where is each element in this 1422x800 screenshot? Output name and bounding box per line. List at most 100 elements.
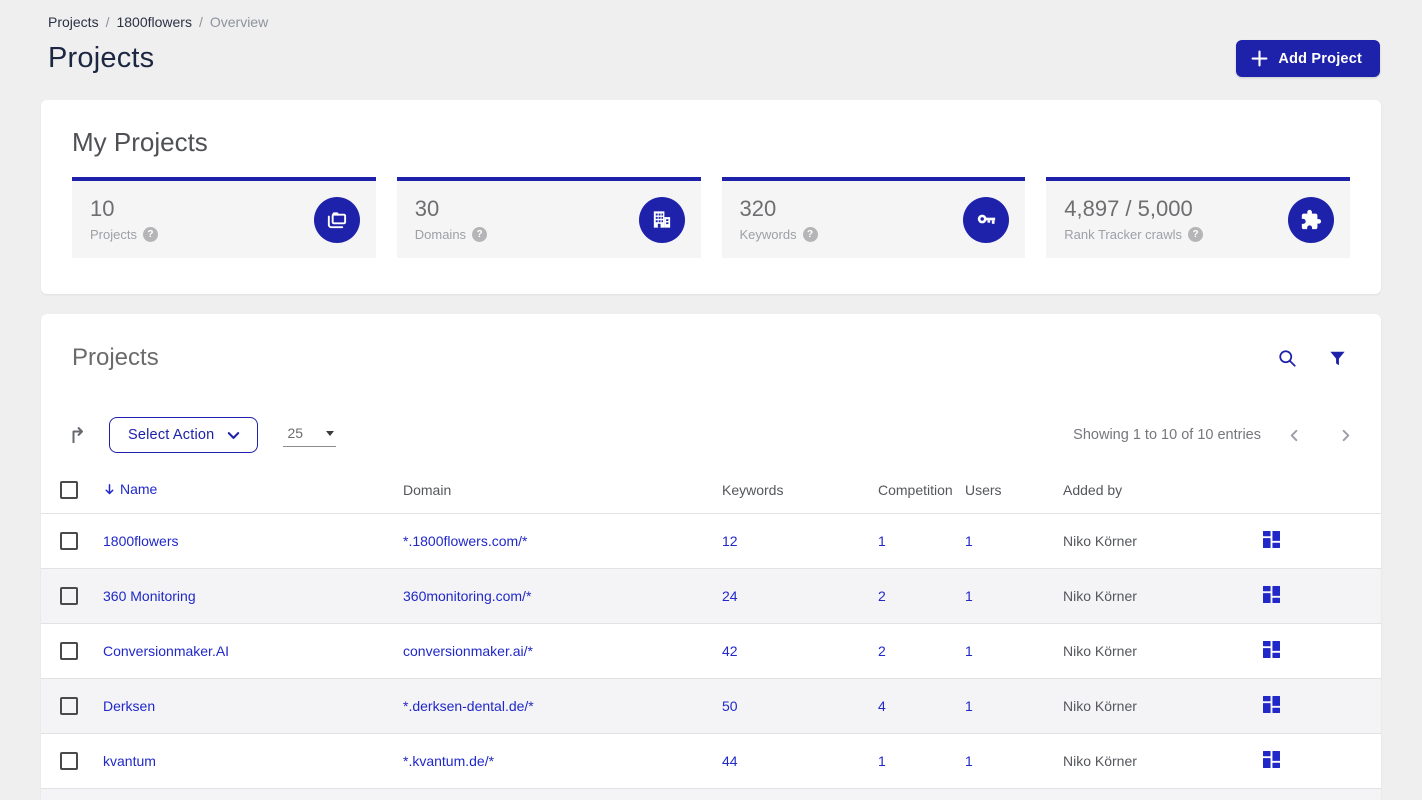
added-by-value: Niko Körner: [1063, 513, 1263, 569]
sort-desc-icon: [103, 483, 116, 496]
stat-card-domains: 30 Domains ?: [396, 177, 701, 258]
table-row: Conversionmaker.AI conversionmaker.ai/* …: [41, 623, 1381, 679]
projects-folder-icon: [313, 196, 360, 243]
puzzle-icon: [1288, 196, 1334, 243]
column-header-added-by[interactable]: Added by: [1063, 466, 1263, 514]
stat-card-projects: 10 Projects ?: [72, 177, 376, 258]
next-page-icon[interactable]: [1338, 428, 1353, 443]
breadcrumb-project-name[interactable]: 1800flowers: [116, 14, 192, 30]
breadcrumb-separator: /: [105, 14, 110, 30]
table-body: 1800flowers *.1800flowers.com/* 12 1 1 N…: [41, 513, 1381, 800]
users-value[interactable]: 1: [965, 678, 1063, 734]
stat-card-crawls: 4,897 / 5,000 Rank Tracker crawls ?: [1046, 177, 1350, 258]
project-name-link[interactable]: 1800flowers: [103, 513, 403, 569]
stats-grid: 10 Projects ? 30 Domains ? 320 Keywords …: [72, 177, 1350, 258]
column-header-keywords[interactable]: Keywords: [722, 466, 878, 514]
table-row: 1800flowers *.1800flowers.com/* 12 1 1 N…: [41, 513, 1381, 569]
users-value[interactable]: 1: [965, 568, 1063, 624]
breadcrumb-projects[interactable]: Projects: [48, 14, 99, 30]
row-checkbox[interactable]: [60, 752, 78, 771]
users-value[interactable]: 1: [965, 733, 1063, 789]
showing-entries-text: Showing 1 to 10 of 10 entries: [1073, 427, 1261, 443]
table-row: kvantum *.kvantum.de/* 44 1 1 Niko Körne…: [41, 733, 1381, 789]
keywords-value[interactable]: 24: [722, 568, 878, 624]
page-size-value: 25: [287, 425, 304, 441]
project-name-link[interactable]: 360 Monitoring: [103, 568, 403, 624]
added-by-value: Niko Körner: [1063, 733, 1263, 789]
breadcrumb-overview: Overview: [209, 14, 269, 30]
users-value[interactable]: 1: [965, 513, 1063, 569]
added-by-value: Niko Körner: [1063, 623, 1263, 679]
column-header-domain[interactable]: Domain: [403, 466, 722, 514]
projects-count-label: Projects: [90, 227, 137, 242]
building-icon: [638, 196, 685, 243]
dashboard-icon[interactable]: [1263, 751, 1280, 769]
competition-value[interactable]: 1: [878, 513, 965, 569]
page-title: Projects: [48, 42, 155, 74]
project-domain-link[interactable]: *.derksen-dental.de/*: [403, 678, 722, 734]
crawls-count-label: Rank Tracker crawls: [1064, 227, 1182, 242]
competition-value[interactable]: 2: [878, 623, 965, 679]
table-row-partial: [41, 788, 1381, 800]
dashboard-icon[interactable]: [1263, 531, 1280, 549]
keywords-value[interactable]: 50: [722, 678, 878, 734]
competition-value[interactable]: 2: [878, 568, 965, 624]
project-name-link[interactable]: Conversionmaker.AI: [103, 623, 403, 679]
row-checkbox[interactable]: [60, 532, 78, 551]
help-icon[interactable]: ?: [142, 227, 158, 242]
domains-count-label: Domains: [414, 227, 467, 242]
users-value[interactable]: 1: [965, 623, 1063, 679]
key-icon: [963, 196, 1010, 243]
project-name-link[interactable]: Derksen: [103, 678, 403, 734]
column-header-name[interactable]: Name: [103, 466, 403, 514]
my-projects-title: My Projects: [72, 127, 208, 157]
table-row: Derksen *.derksen-dental.de/* 50 4 1 Nik…: [41, 678, 1381, 734]
column-header-users[interactable]: Users: [965, 466, 1063, 514]
select-action-dropdown[interactable]: Select Action: [109, 417, 259, 453]
prev-page-icon[interactable]: [1287, 428, 1302, 443]
page-size-select[interactable]: 25: [283, 423, 337, 447]
row-checkbox[interactable]: [60, 587, 78, 606]
table-row: 360 Monitoring 360monitoring.com/* 24 2 …: [41, 568, 1381, 624]
my-projects-card: My Projects 10 Projects ? 30 Domains ? 3…: [41, 100, 1381, 294]
competition-value[interactable]: 4: [878, 678, 965, 734]
export-arrow-icon[interactable]: [67, 423, 91, 447]
select-all-checkbox[interactable]: [60, 481, 78, 500]
projects-table: Name Domain Keywords Competition Users A…: [41, 466, 1381, 800]
dashboard-icon[interactable]: [1263, 696, 1280, 714]
breadcrumb: Projects / 1800flowers / Overview: [48, 14, 1380, 30]
competition-value[interactable]: 1: [878, 733, 965, 789]
project-domain-link[interactable]: conversionmaker.ai/*: [403, 623, 722, 679]
chevron-down-icon: [226, 428, 241, 443]
help-icon[interactable]: ?: [802, 227, 818, 242]
project-domain-link[interactable]: 360monitoring.com/*: [403, 568, 722, 624]
add-project-button[interactable]: Add Project: [1236, 40, 1380, 77]
projects-table-card: Projects Select Action 25 Showing 1 to 1…: [41, 314, 1381, 800]
project-domain-link[interactable]: *.1800flowers.com/*: [403, 513, 722, 569]
keywords-count-label: Keywords: [739, 227, 797, 242]
select-action-label: Select Action: [128, 427, 215, 443]
row-checkbox[interactable]: [60, 697, 78, 716]
help-icon[interactable]: ?: [472, 227, 488, 242]
stat-card-keywords: 320 Keywords ?: [721, 177, 1026, 258]
keywords-value[interactable]: 42: [722, 623, 878, 679]
table-header-row: Name Domain Keywords Competition Users A…: [41, 466, 1381, 514]
row-checkbox[interactable]: [60, 642, 78, 661]
added-by-value: Niko Körner: [1063, 568, 1263, 624]
project-domain-link[interactable]: *.kvantum.de/*: [403, 733, 722, 789]
keywords-value[interactable]: 12: [722, 513, 878, 569]
page-header: Projects / 1800flowers / Overview Projec…: [0, 0, 1422, 77]
help-icon[interactable]: ?: [1188, 227, 1203, 242]
added-by-value: Niko Körner: [1063, 678, 1263, 734]
search-icon[interactable]: [1277, 348, 1298, 369]
plus-icon: [1251, 50, 1268, 67]
projects-panel-title: Projects: [72, 344, 159, 371]
add-project-label: Add Project: [1278, 50, 1362, 67]
filter-icon[interactable]: [1328, 349, 1347, 368]
dashboard-icon[interactable]: [1263, 641, 1280, 659]
keywords-value[interactable]: 44: [722, 733, 878, 789]
caret-down-icon: [326, 430, 335, 436]
project-name-link[interactable]: kvantum: [103, 733, 403, 789]
column-header-competition[interactable]: Competition: [878, 466, 965, 514]
dashboard-icon[interactable]: [1263, 586, 1280, 604]
